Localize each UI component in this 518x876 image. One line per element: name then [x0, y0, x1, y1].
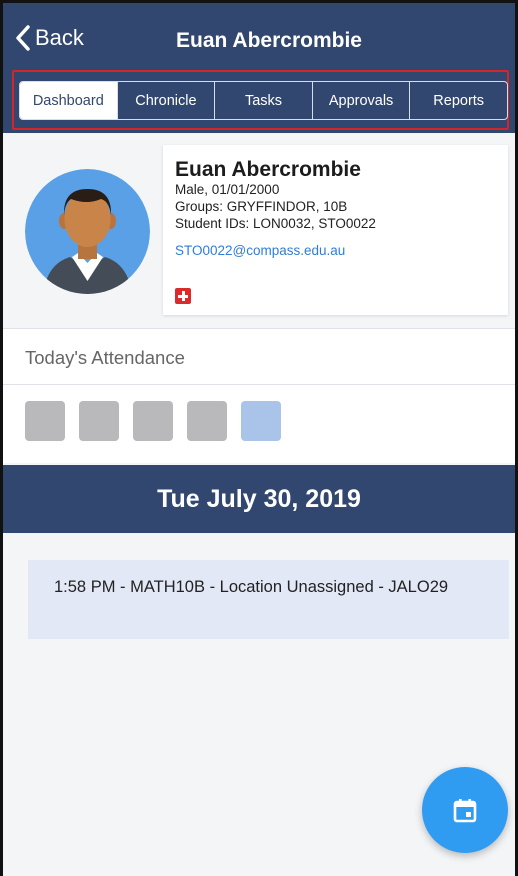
student-groups: Groups: GRYFFINDOR, 10B [175, 199, 348, 214]
page-title: Euan Abercrombie [176, 29, 362, 52]
avatar [25, 169, 150, 294]
profile-section: Euan Abercrombie Male, 01/01/2000 Groups… [3, 133, 515, 326]
attendance-blocks [3, 385, 515, 463]
tab-chronicle[interactable]: Chronicle [116, 82, 215, 119]
attendance-block[interactable] [187, 401, 227, 441]
tab-approvals[interactable]: Approvals [311, 82, 410, 119]
student-name: Euan Abercrombie [175, 158, 361, 181]
student-gender-dob: Male, 01/01/2000 [175, 182, 280, 197]
attendance-block-current[interactable] [241, 401, 281, 441]
tab-dashboard[interactable]: Dashboard [20, 82, 117, 119]
header: Back Euan Abercrombie Dashboard Chronicl… [3, 3, 515, 133]
tab-tasks[interactable]: Tasks [214, 82, 312, 119]
date-header: Tue July 30, 2019 [3, 465, 515, 533]
attendance-block[interactable] [25, 401, 65, 441]
app-screen: Back Euan Abercrombie Dashboard Chronicl… [0, 0, 518, 876]
tab-reports[interactable]: Reports [409, 82, 507, 119]
calendar-icon [453, 799, 477, 823]
student-email-link[interactable]: STO0022@compass.edu.au [175, 242, 496, 259]
medical-cross-icon[interactable] [175, 288, 191, 304]
attendance-block[interactable] [79, 401, 119, 441]
student-info-card: Euan Abercrombie Male, 01/01/2000 Groups… [163, 145, 508, 315]
student-ids: Student IDs: LON0032, STO0022 [175, 216, 376, 231]
event-item[interactable]: 1:58 PM - MATH10B - Location Unassigned … [28, 560, 509, 639]
calendar-fab-button[interactable] [422, 767, 508, 853]
student-avatar-icon [25, 169, 150, 294]
attendance-block[interactable] [133, 401, 173, 441]
segmented-tabs: Dashboard Chronicle Tasks Approvals Repo… [19, 81, 508, 120]
attendance-heading: Today's Attendance [3, 328, 515, 385]
